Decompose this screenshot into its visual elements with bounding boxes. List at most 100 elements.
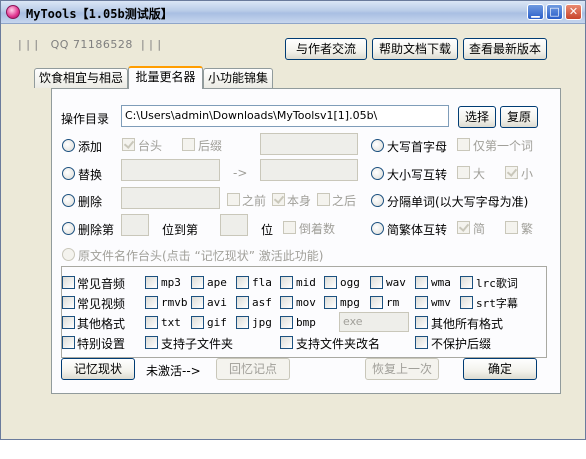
undo-last-button[interactable]: 恢复上一次 <box>365 358 439 380</box>
avi-checkbox[interactable] <box>191 296 204 309</box>
delete-to-input[interactable] <box>220 214 248 236</box>
mid-checkbox[interactable] <box>280 276 293 289</box>
dir-input[interactable]: C:\Users\admin\Downloads\MyToolsv1[1].05… <box>121 105 449 127</box>
reverse-checkbox[interactable] <box>283 221 296 234</box>
common-video-checkbox[interactable] <box>62 296 75 309</box>
srt-label: srt字幕 <box>476 297 518 310</box>
recall-point-button[interactable]: 回忆记点 <box>216 358 290 380</box>
wav-checkbox[interactable] <box>370 276 383 289</box>
rmvb-checkbox[interactable] <box>145 296 158 309</box>
mov-checkbox[interactable] <box>280 296 293 309</box>
lower-checkbox[interactable] <box>505 166 518 179</box>
lrc-checkbox[interactable] <box>460 276 473 289</box>
split-words-label: 分隔单词(以大写字母为准) <box>387 195 529 209</box>
txt-checkbox[interactable] <box>145 316 158 329</box>
tab-tools[interactable]: 小功能锦集 <box>203 68 273 88</box>
select-button[interactable]: 选择 <box>458 106 496 128</box>
replace-to-input[interactable] <box>260 159 358 181</box>
simplified-label: 简 <box>473 222 486 236</box>
dir-label: 操作目录 <box>61 112 110 126</box>
mpg-checkbox[interactable] <box>324 296 337 309</box>
after-checkbox[interactable] <box>317 193 330 206</box>
self-checkbox[interactable] <box>272 193 285 206</box>
remember-state-button[interactable]: 记忆现状 <box>61 358 135 380</box>
suffix-checkbox[interactable] <box>182 138 195 151</box>
ogg-label: ogg <box>340 276 360 289</box>
traditional-checkbox[interactable] <box>505 221 518 234</box>
pos-label: 位 <box>261 223 274 237</box>
lower-label: 小 <box>521 167 534 181</box>
jpg-label: jpg <box>252 316 272 329</box>
maximize-button[interactable]: □ <box>546 4 563 20</box>
delete-radio[interactable] <box>62 194 75 207</box>
all-other-checkbox[interactable] <box>415 316 428 329</box>
minimize-button[interactable]: ▁ <box>527 4 544 20</box>
no-protect-suffix-checkbox[interactable] <box>415 336 428 349</box>
delete-from-input[interactable] <box>121 214 149 236</box>
other-formats-checkbox[interactable] <box>62 316 75 329</box>
simplified-checkbox[interactable] <box>457 221 470 234</box>
add-text-input[interactable] <box>260 133 358 155</box>
orig-prefix-label: 原文件名作台头(点击 “记忆现状” 激活此功能) <box>78 249 324 263</box>
other-formats-label: 其他格式 <box>77 317 126 331</box>
split-words-radio[interactable] <box>371 194 384 207</box>
tab-food[interactable]: 饮食相宜与相忌 <box>34 68 128 88</box>
delete-nth-radio[interactable] <box>62 222 75 235</box>
replace-radio[interactable] <box>62 167 75 180</box>
asf-checkbox[interactable] <box>236 296 249 309</box>
help-doc-button[interactable]: 帮助文档下载 <box>372 38 458 60</box>
suffix-label: 后缀 <box>198 139 223 153</box>
mp3-checkbox[interactable] <box>145 276 158 289</box>
gif-label: gif <box>207 316 227 329</box>
common-audio-checkbox[interactable] <box>62 276 75 289</box>
case-swap-radio[interactable] <box>371 167 384 180</box>
sim-trad-radio[interactable] <box>371 222 384 235</box>
wmv-label: wmv <box>431 296 451 309</box>
other-ext-input[interactable]: exe <box>339 312 409 332</box>
main-window: MyTools【1.05b测试版】 ▁ □ ✕ | | | QQ 7118652… <box>0 0 586 440</box>
wma-checkbox[interactable] <box>415 276 428 289</box>
ok-button[interactable]: 确定 <box>463 358 537 380</box>
asf-label: asf <box>252 296 272 309</box>
folder-rename-checkbox[interactable] <box>280 336 293 349</box>
subfolders-checkbox[interactable] <box>145 336 158 349</box>
srt-checkbox[interactable] <box>460 296 473 309</box>
jpg-checkbox[interactable] <box>236 316 249 329</box>
upper-label: 大 <box>473 167 486 181</box>
wmv-checkbox[interactable] <box>415 296 428 309</box>
pipes-right: | | | <box>140 38 162 51</box>
before-checkbox[interactable] <box>227 193 240 206</box>
title-bar[interactable]: MyTools【1.05b测试版】 ▁ □ ✕ <box>1 1 585 24</box>
ogg-checkbox[interactable] <box>324 276 337 289</box>
replace-label: 替换 <box>78 168 103 182</box>
bmp-checkbox[interactable] <box>280 316 293 329</box>
to-nth-label: 位到第 <box>162 223 199 237</box>
capitalize-radio[interactable] <box>371 139 384 152</box>
prefix-checkbox[interactable] <box>122 138 135 151</box>
mid-label: mid <box>296 276 316 289</box>
ape-label: ape <box>207 276 227 289</box>
no-protect-suffix-label: 不保护后缀 <box>431 337 492 351</box>
common-video-label: 常见视频 <box>77 297 126 311</box>
wav-label: wav <box>386 276 406 289</box>
fla-checkbox[interactable] <box>236 276 249 289</box>
rm-checkbox[interactable] <box>370 296 383 309</box>
special-settings-checkbox[interactable] <box>62 336 75 349</box>
subfolders-label: 支持子文件夹 <box>161 337 234 351</box>
first-word-checkbox[interactable] <box>457 138 470 151</box>
restore-button[interactable]: 复原 <box>500 106 538 128</box>
app-logo-icon <box>6 5 20 19</box>
add-radio[interactable] <box>62 139 75 152</box>
contact-author-button[interactable]: 与作者交流 <box>285 38 367 60</box>
ape-checkbox[interactable] <box>191 276 204 289</box>
tab-batch-rename[interactable]: 批量更名器 <box>128 66 203 89</box>
close-button[interactable]: ✕ <box>565 4 582 20</box>
orig-prefix-radio[interactable] <box>62 248 75 261</box>
gif-checkbox[interactable] <box>191 316 204 329</box>
replace-from-input[interactable] <box>121 159 220 181</box>
bmp-label: bmp <box>296 316 316 329</box>
delete-text-input[interactable] <box>121 187 220 209</box>
latest-version-button[interactable]: 查看最新版本 <box>463 38 547 60</box>
desktop-background <box>0 440 586 459</box>
upper-checkbox[interactable] <box>457 166 470 179</box>
